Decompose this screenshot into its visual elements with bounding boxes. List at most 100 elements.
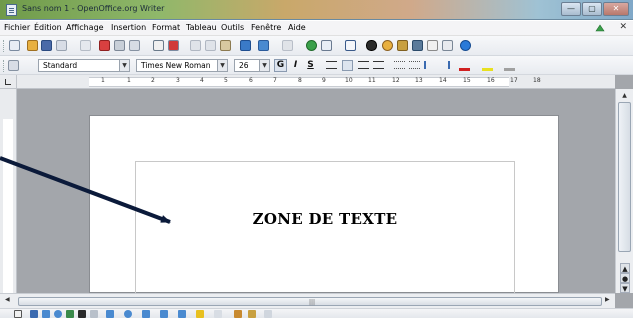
align-left-icon[interactable] [326,61,337,69]
next-page-button[interactable]: ▼ [620,283,630,293]
copy-icon[interactable] [205,40,216,51]
italic-button[interactable]: I [289,59,302,72]
bold-button[interactable]: G [274,59,287,72]
ruler-number: 15 [463,77,471,84]
horizontal-scrollbar[interactable]: ◀ ||| ▶ [0,293,615,308]
autospellcheck-icon[interactable] [168,40,179,51]
find-replace-icon[interactable] [366,40,377,51]
menu-tableau[interactable]: Tableau [186,23,217,32]
ruler-number: 9 [322,77,326,84]
highlighting-icon[interactable] [482,60,493,71]
basic-shapes-icon[interactable] [106,310,114,318]
ellipse-icon[interactable] [54,310,62,318]
from-file-icon[interactable] [248,310,256,318]
toolbar-handle[interactable] [3,40,5,52]
chevron-down-icon[interactable]: ▼ [259,60,269,71]
stars-icon[interactable] [196,310,204,318]
menu-fenetre[interactable]: Fenêtre [251,23,281,32]
scroll-right-button[interactable]: ▶ [605,296,610,303]
menu-outils[interactable]: Outils [221,23,244,32]
document-page[interactable]: ZONE DE TEXTE [89,115,559,294]
callout-shapes-icon[interactable] [178,310,186,318]
symbol-shapes-icon[interactable] [124,310,132,318]
new-icon[interactable] [9,40,20,51]
justify-icon[interactable] [373,61,384,69]
edit-file-icon[interactable] [80,40,91,51]
callouts-icon[interactable] [90,310,98,318]
undo-icon[interactable] [258,40,269,51]
font-name-select[interactable]: Times New Roman ▼ [136,59,228,72]
rectangle-icon[interactable] [42,310,50,318]
cut-icon[interactable] [190,40,201,51]
bullets-icon[interactable] [409,61,420,69]
extrusion-icon[interactable] [264,310,272,318]
horizontal-ruler[interactable]: 1 1 2 3 4 5 6 7 8 9 10 11 12 13 14 15 16… [17,75,615,89]
document-workspace: 1 1 2 3 4 5 6 7 8 9 10 11 12 13 14 15 16… [0,75,633,308]
export-pdf-icon[interactable] [99,40,110,51]
scroll-left-button[interactable]: ◀ [5,296,10,303]
decrease-indent-icon[interactable] [424,61,435,69]
vertical-scroll-thumb[interactable] [618,102,631,252]
menu-insertion[interactable]: Insertion [111,23,146,32]
font-color-icon[interactable] [459,60,470,71]
show-draw-functions-icon[interactable] [345,40,356,51]
frame-text[interactable]: ZONE DE TEXTE [136,210,514,228]
select-icon[interactable] [14,310,22,318]
numbering-icon[interactable] [394,61,405,69]
menu-edition[interactable]: Édition [34,23,62,32]
update-icon[interactable] [595,23,605,33]
background-color-icon[interactable] [504,60,515,71]
toolbar-handle[interactable] [3,60,5,72]
line-icon[interactable] [30,310,38,318]
tab-stop-selector[interactable] [0,75,17,89]
save-icon[interactable] [41,40,52,51]
paragraph-style-select[interactable]: Standard ▼ [38,59,130,72]
menu-fichier[interactable]: Fichier [4,23,30,32]
navigation-button[interactable]: ● [620,273,630,283]
font-size-select[interactable]: 26 ▼ [234,59,270,72]
styles-formatting-icon[interactable] [8,60,19,71]
navigator-icon[interactable] [382,40,393,51]
horizontal-scroll-thumb[interactable]: ||| [18,297,602,306]
increase-indent-icon[interactable] [439,61,450,69]
zoom-icon[interactable] [442,40,453,51]
print-preview-icon[interactable] [129,40,140,51]
spellcheck-icon[interactable] [153,40,164,51]
text-icon[interactable] [78,310,86,318]
paste-icon[interactable] [220,40,231,51]
fontwork-icon[interactable] [234,310,242,318]
close-document-button[interactable]: ✕ [619,22,627,32]
table-icon[interactable] [321,40,332,51]
minimize-button[interactable]: — [561,2,581,16]
writer-app-icon[interactable] [6,4,17,16]
freeform-icon[interactable] [66,310,74,318]
previous-page-button[interactable]: ▲ [620,263,630,273]
close-button[interactable]: ✕ [603,2,629,16]
print-icon[interactable] [114,40,125,51]
flowcharts-icon[interactable] [160,310,168,318]
nonprinting-chars-icon[interactable] [427,40,438,51]
chevron-down-icon[interactable]: ▼ [217,60,227,71]
clone-format-icon[interactable] [240,40,251,51]
open-icon[interactable] [27,40,38,51]
gallery-icon[interactable] [397,40,408,51]
scroll-up-button[interactable]: ▲ [616,89,633,102]
underline-button[interactable]: S [304,59,317,72]
menu-format[interactable]: Format [152,23,180,32]
text-frame[interactable]: ZONE DE TEXTE [135,161,515,294]
align-right-icon[interactable] [358,61,369,69]
redo-icon[interactable] [282,40,293,51]
vertical-ruler[interactable] [0,89,17,293]
points-icon[interactable] [214,310,222,318]
block-arrows-icon[interactable] [142,310,150,318]
menu-aide[interactable]: Aide [288,23,306,32]
menu-affichage[interactable]: Affichage [66,23,104,32]
help-icon[interactable] [460,40,471,51]
maximize-button[interactable]: ▢ [582,2,602,16]
data-sources-icon[interactable] [412,40,423,51]
hyperlink-icon[interactable] [306,40,317,51]
align-center-icon[interactable] [342,60,353,71]
vertical-scrollbar[interactable]: ▲ ▲ ● ▼ [615,89,633,293]
chevron-down-icon[interactable]: ▼ [119,60,129,71]
email-icon[interactable] [56,40,67,51]
